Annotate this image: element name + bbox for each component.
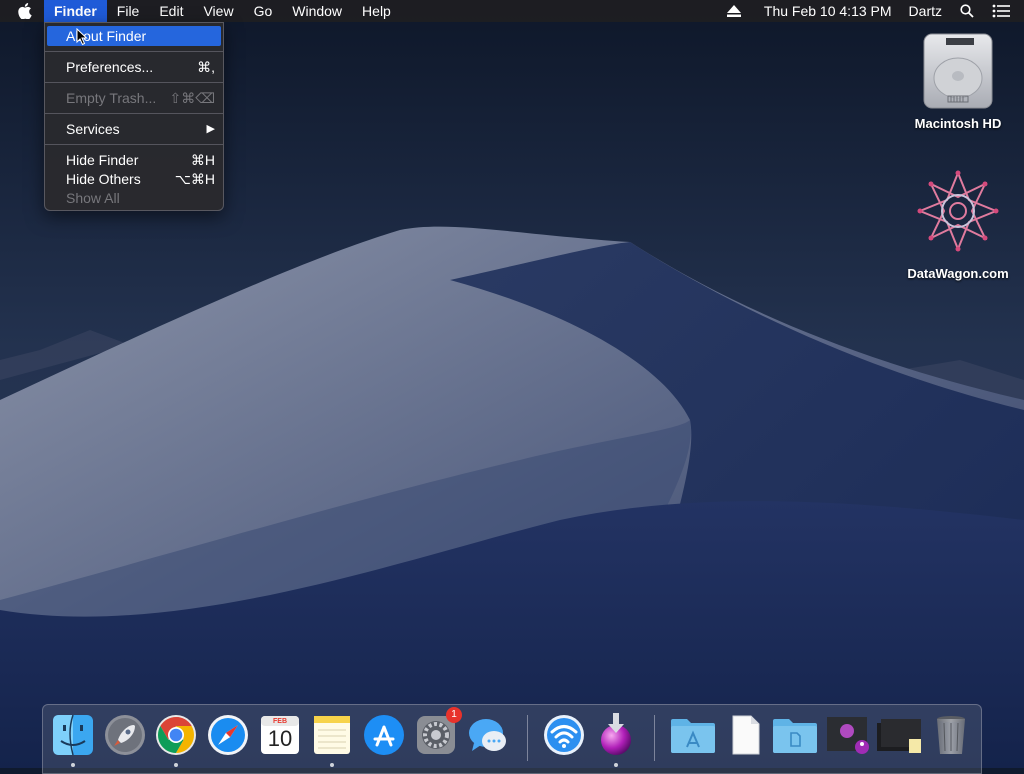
- dock-trash[interactable]: [929, 713, 973, 757]
- desktop-icon-macintosh-hd[interactable]: Macintosh HD: [903, 32, 1013, 131]
- safari-compass-icon: [208, 715, 248, 755]
- menu-view[interactable]: View: [193, 0, 243, 22]
- menu-item-show-all: Show All: [45, 188, 223, 208]
- wifi-icon: [544, 715, 584, 755]
- running-indicator: [71, 763, 75, 767]
- menu-item-services[interactable]: Services ▶: [45, 119, 223, 139]
- mouse-cursor-icon: [76, 28, 88, 46]
- menu-item-shortcut: ⌘H: [190, 152, 215, 168]
- eject-icon[interactable]: [718, 5, 750, 17]
- app-store-icon: [364, 715, 404, 755]
- menu-separator: [45, 82, 223, 83]
- menu-item-hide-others[interactable]: Hide Others ⌥⌘H: [45, 169, 223, 189]
- menubar-clock[interactable]: Thu Feb 10 4:13 PM: [750, 0, 901, 22]
- menu-file[interactable]: File: [107, 0, 150, 22]
- dock-divider: [654, 715, 655, 761]
- menu-go[interactable]: Go: [244, 0, 283, 22]
- download-orb-icon: [601, 713, 631, 755]
- menu-item-label: Services: [66, 121, 120, 137]
- menu-separator: [45, 51, 223, 52]
- desktop-icon-label: DataWagon.com: [907, 266, 1009, 281]
- dock-chrome[interactable]: [154, 713, 198, 757]
- notification-badge: 1: [446, 707, 462, 723]
- menu-item-label: Empty Trash...: [66, 90, 157, 106]
- menu-item-label: Show All: [66, 190, 120, 206]
- dock-applications-folder[interactable]: [669, 713, 715, 757]
- dock-messages[interactable]: [466, 713, 510, 757]
- running-indicator: [174, 763, 178, 767]
- menu-item-preferences[interactable]: Preferences... ⌘,: [45, 57, 223, 77]
- menu-finder[interactable]: Finder: [44, 0, 107, 22]
- menu-item-shortcut: ⌘,: [197, 59, 215, 75]
- dock-downloads-stack[interactable]: [877, 713, 921, 757]
- dock-wireless-diagnostics[interactable]: [542, 713, 586, 757]
- trash-icon: [937, 716, 965, 754]
- menu-item-hide-finder[interactable]: Hide Finder ⌘H: [45, 150, 223, 170]
- spotlight-search-icon[interactable]: [951, 4, 983, 18]
- dock-divider: [527, 715, 528, 761]
- menu-item-label: Preferences...: [66, 59, 154, 75]
- menu-item-about-finder[interactable]: About Finder: [47, 26, 221, 46]
- dock-documents-folder[interactable]: [771, 713, 817, 757]
- document-icon: [732, 715, 760, 755]
- menu-item-shortcut: ⇧⌘⌫: [169, 90, 215, 106]
- dock: FEB 10 1: [42, 704, 982, 774]
- dock-system-preferences[interactable]: 1: [414, 707, 462, 757]
- notes-icon: [314, 716, 350, 754]
- menu-bar: Finder File Edit View Go Window Help Thu…: [0, 0, 1024, 22]
- desktop-icon-label: Macintosh HD: [914, 116, 1002, 131]
- dock-finder[interactable]: [51, 713, 95, 757]
- menu-item-empty-trash: Empty Trash... ⇧⌘⌫: [45, 88, 223, 108]
- finder-icon: [53, 714, 93, 756]
- menu-item-label: Hide Finder: [66, 152, 139, 168]
- menubar-user[interactable]: Dartz: [901, 0, 951, 22]
- dock-launchpad[interactable]: [103, 713, 147, 757]
- desktop-icon-datawagon[interactable]: DataWagon.com: [903, 170, 1013, 281]
- hard-drive-icon: [923, 33, 993, 109]
- apple-icon: [18, 3, 32, 19]
- apple-menu[interactable]: [0, 3, 44, 19]
- notification-center-icon[interactable]: [983, 4, 1024, 18]
- running-indicator: [330, 763, 334, 767]
- dock-installer[interactable]: [594, 713, 638, 757]
- menu-item-shortcut: ⌥⌘H: [174, 171, 215, 187]
- dock-safari[interactable]: [206, 713, 250, 757]
- applications-folder-icon: [671, 719, 715, 753]
- rocket-icon: [105, 715, 145, 755]
- calendar-month: FEB: [273, 718, 287, 725]
- messages-icon: [469, 719, 506, 751]
- stack-icon: [877, 719, 921, 753]
- submenu-arrow-icon: ▶: [206, 123, 215, 135]
- menu-edit[interactable]: Edit: [149, 0, 193, 22]
- menu-window[interactable]: Window: [282, 0, 352, 22]
- datawagon-logo-icon: [917, 170, 999, 252]
- dock-recent-item[interactable]: [825, 713, 869, 757]
- finder-dropdown-menu: About Finder Preferences... ⌘, Empty Tra…: [44, 22, 224, 211]
- dock-calendar[interactable]: FEB 10: [258, 713, 302, 757]
- menu-help[interactable]: Help: [352, 0, 401, 22]
- calendar-day: 10: [267, 726, 293, 751]
- dock-app-store[interactable]: [362, 713, 406, 757]
- documents-folder-icon: [773, 719, 817, 753]
- dock-notes[interactable]: [310, 713, 354, 757]
- menu-separator: [45, 144, 223, 145]
- menu-separator: [45, 113, 223, 114]
- menu-item-label: Hide Others: [66, 171, 141, 187]
- chrome-icon: [156, 715, 196, 755]
- dock-document[interactable]: [723, 713, 767, 757]
- installer-thumbnail-icon: [827, 717, 869, 754]
- running-indicator: [614, 763, 618, 767]
